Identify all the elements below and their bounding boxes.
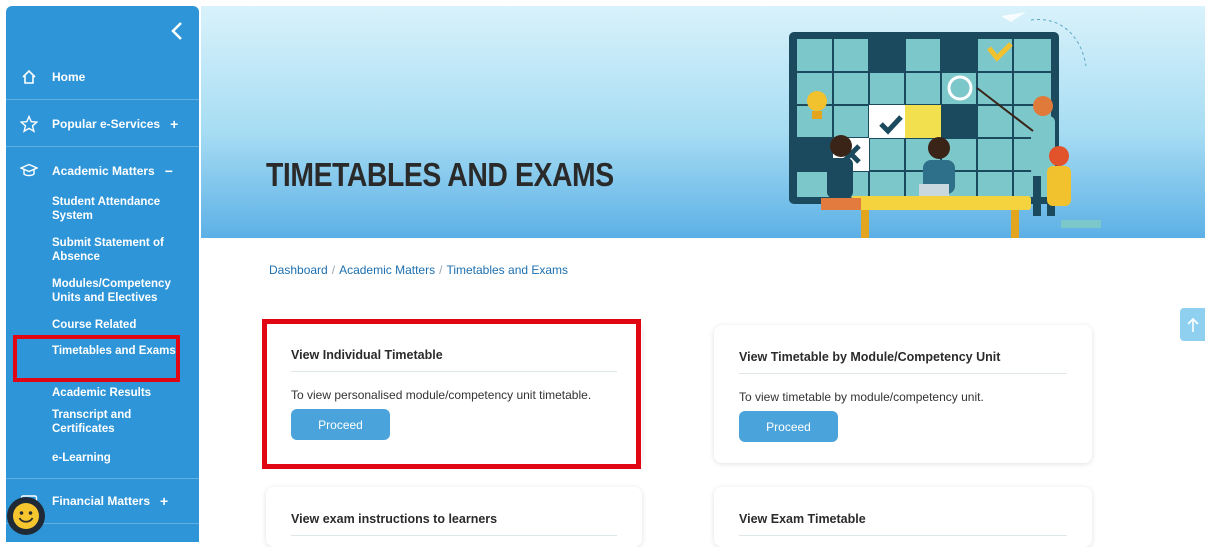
collapse-sidebar-icon[interactable] — [169, 20, 185, 42]
card-title: View Timetable by Module/Competency Unit — [739, 350, 1001, 364]
hero-banner: TIMETABLES AND EXAMS — [201, 6, 1205, 238]
breadcrumb-timetables-and-exams[interactable]: Timetables and Exams — [446, 263, 568, 277]
sidebar-item-academic-matters[interactable]: Academic Matters − — [6, 148, 199, 194]
breadcrumb-separator: / — [439, 263, 443, 277]
sidebar-item-label: Popular e-Services — [52, 116, 161, 131]
breadcrumb-academic-matters[interactable]: Academic Matters — [339, 263, 435, 277]
sidebar-subitem-submit-statement-of-absence[interactable]: Submit Statement of Absence — [52, 236, 192, 264]
sidebar-subitem-modules-competency-units[interactable]: Modules/Competency Units and Electives — [52, 277, 192, 305]
breadcrumb-separator: / — [331, 263, 336, 277]
page-title: TIMETABLES AND EXAMS — [266, 156, 614, 193]
highlight-box-sidebar — [13, 335, 180, 382]
breadcrumb: Dashboard / Academic Matters / Timetables an… — [269, 263, 568, 277]
breadcrumb-dashboard[interactable]: Dashboard — [269, 263, 328, 277]
sidebar-subitem-academic-results[interactable]: Academic Results — [52, 386, 192, 400]
star-icon — [20, 114, 38, 133]
card-divider — [739, 535, 1067, 536]
proceed-button[interactable]: Proceed — [739, 411, 838, 442]
chatbot-avatar[interactable] — [7, 497, 45, 535]
arrow-up-icon — [1186, 317, 1199, 332]
card-view-exam-instructions[interactable]: View exam instructions to learners — [266, 487, 642, 547]
sidebar-item-label: Home — [52, 69, 86, 84]
sidebar-item-home[interactable]: Home — [6, 54, 199, 100]
card-title: View exam instructions to learners — [291, 512, 498, 526]
highlight-box-card — [262, 319, 641, 469]
timetable-illustration — [789, 12, 1101, 238]
expand-toggle[interactable]: + — [170, 116, 178, 132]
sidebar-subitem-student-attendance-system[interactable]: Student Attendance System — [52, 195, 192, 223]
sidebar-subitem-e-learning[interactable]: e-Learning — [52, 451, 192, 465]
card-divider — [739, 373, 1067, 374]
collapse-toggle[interactable]: − — [165, 163, 173, 179]
smiley-face-icon — [13, 503, 39, 529]
card-description: To view timetable by module/competency u… — [739, 390, 984, 404]
sidebar-subitem-transcript-and-certificates[interactable]: Transcript and Certificates — [52, 408, 192, 436]
sidebar-item-popular-e-services[interactable]: Popular e-Services + — [6, 101, 199, 147]
card-divider — [291, 535, 617, 536]
graduation-cap-icon — [20, 162, 38, 180]
card-view-timetable-by-module: View Timetable by Module/Competency Unit… — [714, 325, 1092, 463]
sidebar-item-label: Financial Matters — [52, 494, 151, 508]
home-icon — [20, 68, 38, 86]
card-view-exam-timetable[interactable]: View Exam Timetable — [714, 487, 1092, 547]
card-title: View Exam Timetable — [739, 512, 866, 526]
sidebar-subitem-course-related[interactable]: Course Related — [52, 318, 192, 332]
expand-toggle[interactable]: + — [160, 493, 168, 509]
sidebar-item-label: Academic Matters — [52, 164, 155, 178]
scroll-to-top-button[interactable] — [1180, 308, 1205, 341]
sidebar: Home Popular e-Services + Academic Matte… — [6, 6, 199, 542]
